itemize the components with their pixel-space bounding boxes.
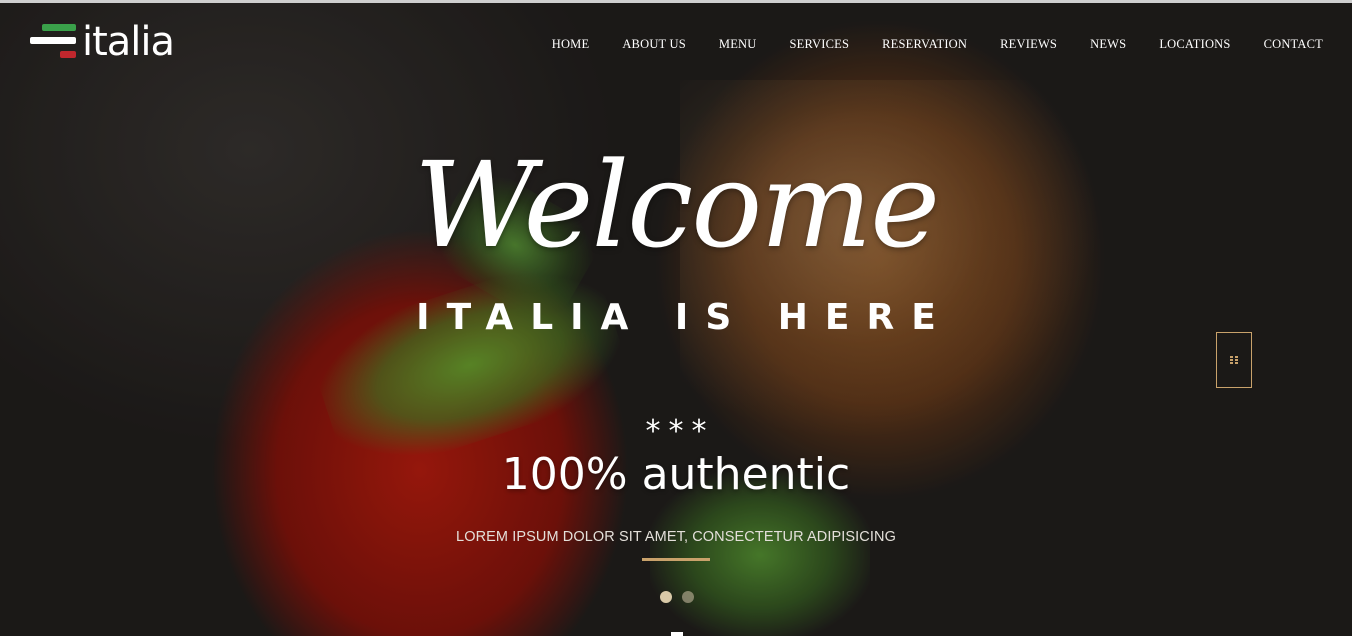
slider-pagination — [660, 591, 694, 603]
slide-dot-2[interactable] — [682, 591, 694, 603]
top-border — [0, 0, 1352, 3]
flag-white-stripe — [30, 37, 76, 44]
hero-headline: 100% authentic — [501, 449, 851, 500]
main-navigation: HOME ABOUT US MENU SERVICES RESERVATION … — [552, 36, 1323, 52]
site-logo[interactable]: italia — [30, 19, 175, 65]
slide-dot-1[interactable] — [660, 591, 672, 603]
nav-item-contact[interactable]: CONTACT — [1264, 36, 1323, 52]
hero-tagline: LOREM IPSUM DOLOR SIT AMET, CONSECTETUR … — [456, 529, 896, 545]
logo-text: italia — [82, 19, 175, 65]
hero-welcome-script: Welcome — [413, 136, 940, 274]
hero-stars-divider: *** — [645, 414, 715, 449]
side-panel-toggle-button[interactable] — [1216, 332, 1252, 388]
nav-item-home[interactable]: HOME — [552, 36, 590, 52]
hero-subtitle: ITALIA IS HERE — [416, 297, 953, 338]
hero-accent-divider — [642, 558, 710, 561]
grip-icon — [1230, 356, 1238, 364]
flag-red-stripe — [60, 51, 76, 58]
nav-item-news[interactable]: NEWS — [1090, 36, 1126, 52]
nav-item-reviews[interactable]: REVIEWS — [1000, 36, 1057, 52]
nav-item-about-us[interactable]: ABOUT US — [622, 36, 686, 52]
nav-item-menu[interactable]: MENU — [719, 36, 757, 52]
nav-item-services[interactable]: SERVICES — [789, 36, 849, 52]
nav-item-reservation[interactable]: RESERVATION — [882, 36, 967, 52]
flag-icon — [30, 24, 76, 60]
nav-item-locations[interactable]: LOCATIONS — [1159, 36, 1230, 52]
flag-green-stripe — [42, 24, 76, 31]
scroll-indicator[interactable] — [671, 632, 683, 636]
